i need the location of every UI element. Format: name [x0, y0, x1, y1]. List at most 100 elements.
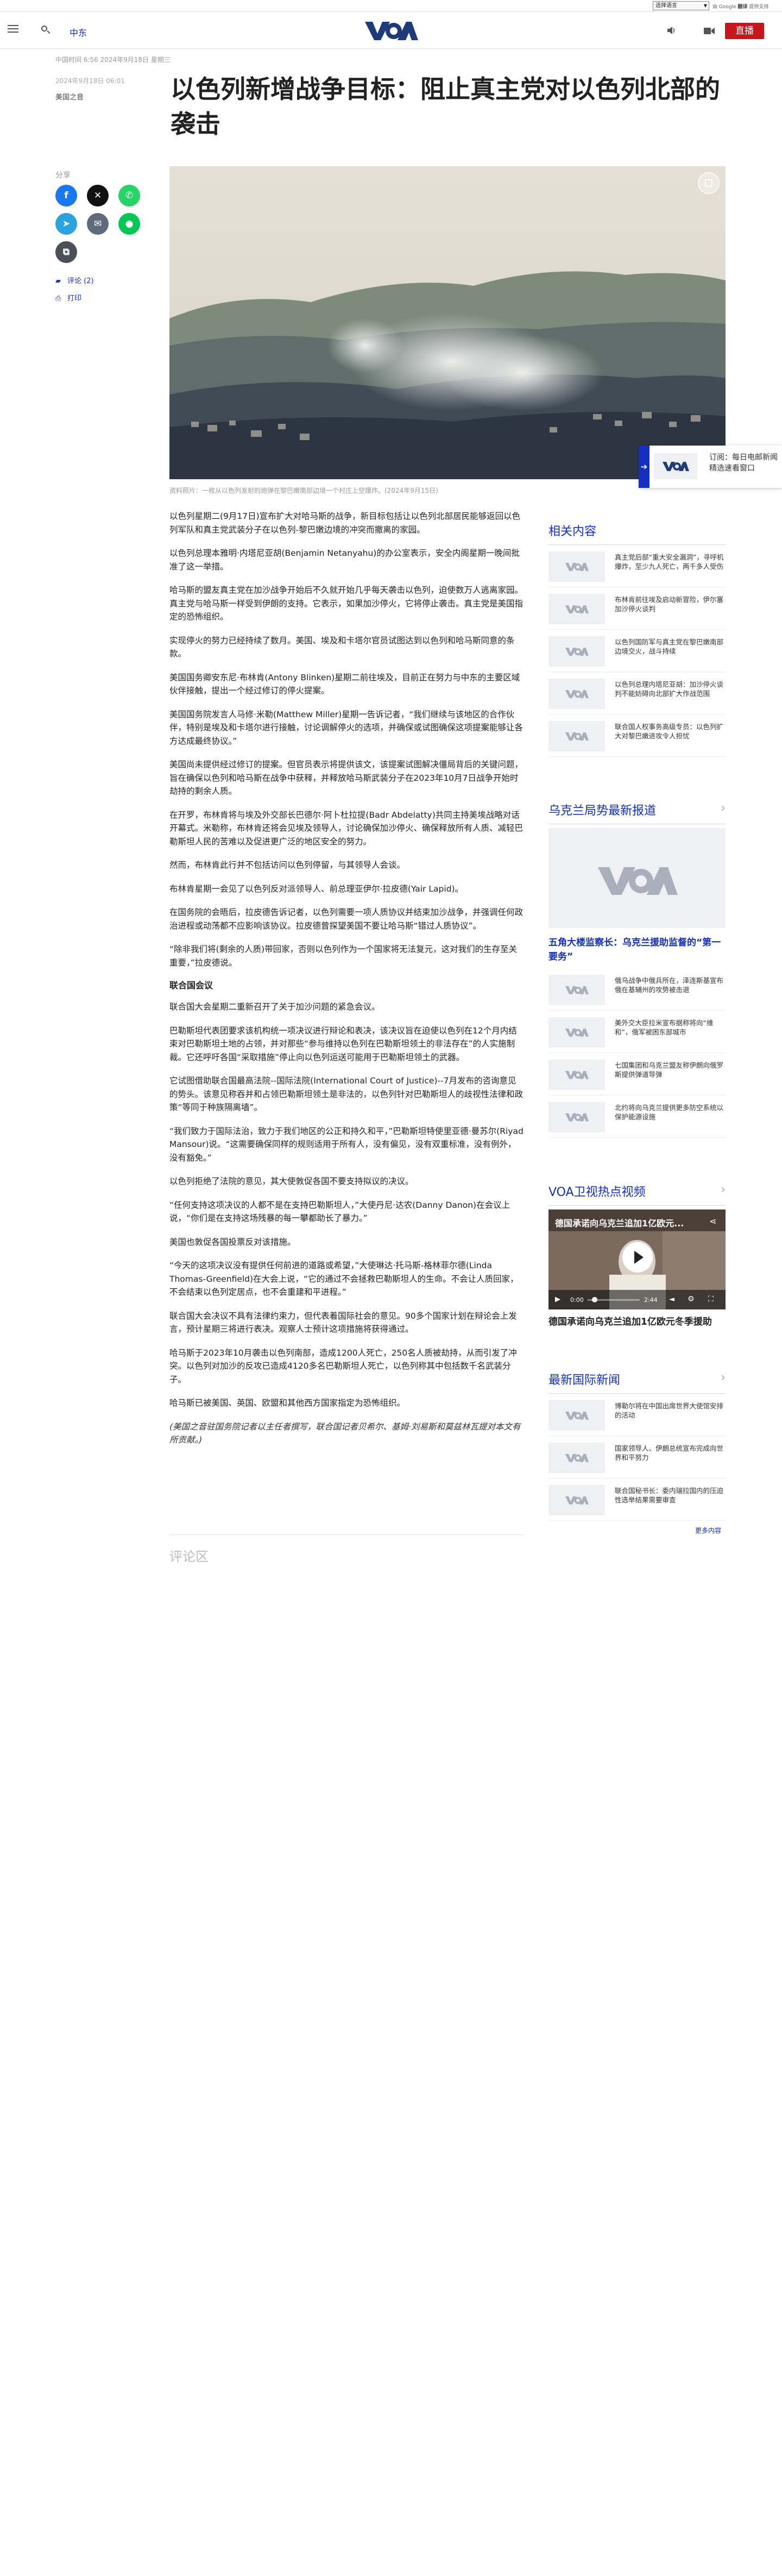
fullscreen-icon[interactable]: ⛶ [708, 1295, 714, 1303]
list-item-title: 布林肯前往埃及启动新冒险，伊尔塞加沙停火谈判 [615, 596, 724, 613]
paragraph: 联合国大会星期二重新召开了关于加沙问题的紧急会议。 [169, 1002, 380, 1012]
more-link[interactable]: 更多内容 [695, 1526, 721, 1535]
progress-handle[interactable] [592, 1297, 597, 1302]
facebook-icon: f [64, 190, 68, 201]
list-item[interactable]: 俄乌战争中俄兵所在，泽连斯基宣布俄在基辅州的攻势被击退 [548, 968, 726, 1011]
paragraph: “今天的这项决议没有提供任何前进的道路或希望，”大使琳达·托马斯-格林菲尔德(L… [169, 1261, 519, 1297]
powered-by: 由 Google 翻译 提供支持 [712, 3, 768, 10]
hero-image [169, 166, 726, 479]
ukraine-heading[interactable]: 乌克兰局势最新报道 › [548, 801, 726, 824]
list-item[interactable]: 博勒尔将在中国出席世界大使馆安排的活动 [548, 1394, 726, 1436]
list-item[interactable]: 北约将向乌克兰提供更多防空系统以保护能源设施 [548, 1095, 726, 1138]
video-section: VOA卫视热点视频 › [548, 1182, 726, 1206]
paragraph: 巴勒斯坦代表团要求该机构统一项决议进行辩论和表决，该决议旨在迫使以色列在12个月… [169, 1025, 517, 1062]
site-header: 中东 直播 [0, 12, 782, 49]
ukraine-lead-image[interactable] [548, 828, 726, 928]
whatsapp-share-button[interactable]: ✆ [118, 185, 140, 206]
list-item[interactable]: 联合国秘书长：委内瑞拉国内的压迫性选举结果需要审查 [548, 1478, 726, 1521]
list-item-title: 七国集团和乌克兰盟友称伊朗向俄罗斯提供弹道导弹 [615, 1061, 724, 1079]
voa-logo[interactable] [364, 20, 418, 41]
search-icon[interactable] [40, 24, 51, 35]
volume-icon[interactable]: ◄ [669, 1295, 674, 1303]
email-share-button[interactable]: ✉ [87, 213, 109, 235]
paragraph: 以色列总理本雅明·内塔尼亚胡(Benjamin Netanyahu)的办公室表示… [169, 548, 520, 572]
list-item[interactable]: 美外交大臣拉米宣布据称将向“维和”，俄军被困东部城市 [548, 1011, 726, 1053]
translate-brand[interactable]: 翻译 [737, 4, 747, 10]
telegram-icon: ➤ [62, 218, 71, 229]
video-icon[interactable] [704, 27, 715, 34]
thumbnail [548, 1443, 605, 1473]
list-item[interactable]: 布林肯前往埃及启动新冒险，伊尔塞加沙停火谈判 [548, 587, 726, 630]
popup-text: 订阅：每日电邮新闻精选速看窗口 [709, 453, 778, 473]
video-caption[interactable]: 德国承诺向乌克兰追加1亿欧元冬季援助 [548, 1315, 726, 1329]
paragraph: 在国务院的会晤后，拉皮德告诉记者，以色列需要一项人质协议并结束加沙战争，并强调任… [169, 907, 524, 931]
video-heading[interactable]: VOA卫视热点视频 › [548, 1182, 726, 1206]
print-link[interactable]: ⎙ 打印 [55, 292, 81, 303]
thumbnail [548, 1400, 605, 1431]
arrow-right-icon[interactable]: ➔ [639, 446, 649, 488]
share-icon[interactable]: ⋖ [709, 1216, 716, 1226]
play-icon [634, 1251, 644, 1264]
chevron-right-icon: › [721, 1371, 726, 1384]
thumbnail [548, 679, 605, 709]
powered-by-label: 由 Google [712, 4, 736, 10]
powered-by-suffix: 提供支持 [749, 4, 769, 10]
play-button[interactable] [622, 1242, 653, 1273]
chevron-right-icon: › [721, 1183, 726, 1196]
chevron-down-icon: ▼ [703, 3, 707, 8]
video-title: 德国承诺向乌克兰追加1亿欧元... [555, 1218, 684, 1229]
paragraph: 哈马斯已被美国、英国、欧盟和其他西方国家指定为恐怖组织。 [169, 1398, 406, 1408]
list-item-title: 以色列国防军与真主党在黎巴嫩南部边境交火，战斗持续 [615, 638, 724, 655]
byline[interactable]: 美国之音 [55, 91, 84, 102]
line-share-button[interactable]: ● [118, 213, 140, 235]
paragraph: 然而，布林肯此行并不包括访问以色列停留，与其领导人会谈。 [169, 860, 406, 870]
play-icon[interactable]: ▶ [555, 1295, 560, 1303]
x-share-button[interactable]: ✕ [87, 185, 109, 206]
list-item[interactable]: 真主党后部“重大安全漏洞”，寻呼机爆炸，至少九人死亡，两千多人受伤 [548, 545, 726, 587]
email-icon: ✉ [93, 218, 102, 229]
whatsapp-icon: ✆ [125, 190, 134, 201]
copy-link-icon: ⧉ [62, 247, 70, 258]
print-link-label: 打印 [67, 294, 82, 303]
paragraph: 哈马斯的盟友真主党在加沙战争开始后不久就开始几乎每天袭击以色列，迫使数万人逃离家… [169, 585, 524, 622]
duration: 2:44 [644, 1296, 658, 1303]
facebook-share-button[interactable]: f [55, 185, 77, 206]
list-item[interactable]: 以色列总理内塔尼亚胡：加沙停火谈判不能妨碍向北部扩大作战范围 [548, 672, 726, 714]
list-item[interactable]: 七国集团和乌克兰盟友称伊朗向俄罗斯提供弹道导弹 [548, 1053, 726, 1095]
paragraph: “任何支持这项决议的人都不是在支持巴勒斯坦人，”大使丹尼·达农(Danny Da… [169, 1200, 510, 1224]
audio-icon[interactable] [667, 26, 677, 35]
list-item[interactable]: 以色列国防军与真主党在黎巴嫩南部边境交火，战斗持续 [548, 630, 726, 672]
telegram-share-button[interactable]: ➤ [55, 213, 77, 235]
copy-link-button[interactable]: ⧉ [55, 241, 77, 263]
paragraph: “我们致力于国际法治，致力于我们地区的公正和持久和平，”巴勒斯坦特使里亚德·曼苏… [169, 1126, 524, 1163]
list-item-title: 联合国人权事务高级专员：以色列扩大对黎巴嫩进攻令人担忧 [615, 723, 724, 740]
intl-heading[interactable]: 最新国际新闻 › [548, 1370, 726, 1394]
menu-icon[interactable] [8, 25, 18, 35]
popup-thumbnail [654, 453, 697, 479]
list-item-title: 博勒尔将在中国出席世界大使馆安排的活动 [615, 1402, 724, 1419]
thumbnail [548, 551, 605, 582]
paragraph: 它试图借助联合国最高法院--国际法院(International Court o… [169, 1076, 524, 1112]
comments-link[interactable]: ▰ 评论 (2) [55, 275, 94, 285]
related-heading: 相关内容 [548, 522, 726, 545]
thumbnail [548, 1060, 605, 1090]
expand-image-button[interactable] [698, 172, 720, 194]
thumbnail [548, 1485, 605, 1515]
paragraph: 美国也敦促各国投票反对该措施。 [169, 1237, 296, 1247]
current-time: 0:00 [570, 1296, 584, 1303]
article-title: 以色列新增战争目标：阻止真主党对以色列北部的袭击 [171, 74, 720, 139]
settings-icon[interactable]: ⚙ [688, 1295, 695, 1303]
list-item-title: 联合国秘书长：委内瑞拉国内的压迫性选举结果需要审查 [615, 1487, 724, 1504]
list-item[interactable]: 国家领导人、伊朗总统宣布完成向世界和平努力 [548, 1436, 726, 1478]
paragraph: 美国国务卿安东尼·布林肯(Antony Blinken)星期二前往埃及，目前正在… [169, 672, 520, 696]
list-item[interactable]: 联合国人权事务高级专员：以色列扩大对黎巴嫩进攻令人担忧 [548, 714, 726, 757]
ukraine-lead-title[interactable]: 五角大楼监察长：乌克兰援助监督的“第一要务” [548, 936, 726, 964]
language-select[interactable]: 选择语言 ▼ [653, 1, 709, 10]
video-controls: ▶ 0:00 2:44 ◄ ⚙ ⛶ [548, 1290, 726, 1309]
paragraph: “除非我们将(剩余的人质)带回家，否则以色列作为一个国家将无法复元，这对我们的生… [169, 944, 518, 968]
newsletter-popup[interactable]: ➔ 订阅：每日电邮新闻精选速看窗口 [639, 446, 782, 488]
paragraph: 以色列星期二(9月17日)宣布扩大对哈马斯的战争，新目标包括让以色列北部居民能够… [169, 511, 521, 535]
reporter-credit: (美国之音驻国务院记者以主任者撰写，联合国记者贝希尔、基姆·刘易斯和莫兹林瓦提对… [169, 1421, 521, 1445]
live-button[interactable]: 直播 [725, 23, 764, 39]
section-link-middle-east[interactable]: 中东 [70, 26, 87, 39]
